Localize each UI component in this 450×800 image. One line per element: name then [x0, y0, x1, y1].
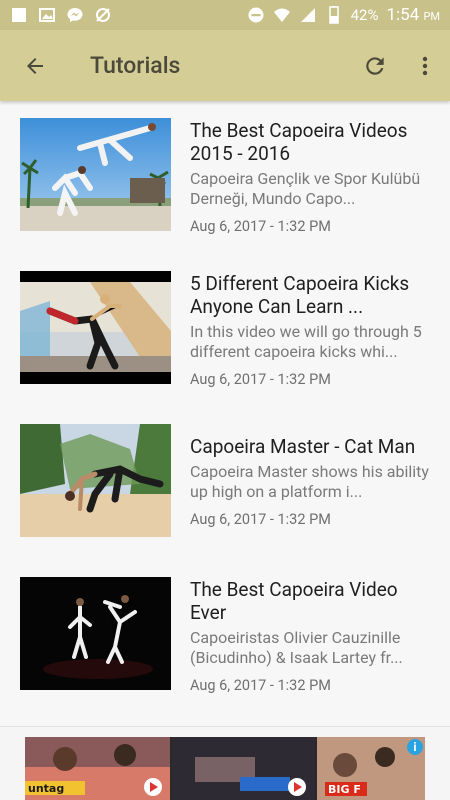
signal-icon	[300, 8, 315, 22]
capoeira-catman-thumbnail	[20, 424, 171, 537]
video-thumbnail[interactable]	[20, 118, 171, 231]
video-thumbnail[interactable]	[20, 577, 171, 690]
image-icon	[39, 8, 55, 22]
refresh-icon	[366, 56, 384, 75]
wifi-icon	[273, 8, 290, 22]
status-bar: 42% 1:54 PM	[0, 0, 450, 30]
no-location-icon	[96, 8, 110, 22]
video-title: The Best Capoeira Videos 2015 - 2016	[190, 119, 408, 165]
video-list-item[interactable]: 5 Different Capoeira Kicks Anyone Can Le…	[0, 254, 450, 394]
back-button[interactable]	[0, 30, 70, 101]
clock-ampm: PM	[423, 10, 440, 23]
battery-icon	[328, 6, 339, 24]
refresh-button[interactable]	[350, 30, 400, 101]
page-title: Tutorials	[90, 52, 181, 79]
ad-tile-label: BIG F	[328, 783, 361, 796]
capoeira-kick-studio-thumbnail	[20, 271, 171, 384]
app-bar: Tutorials	[0, 30, 450, 101]
ad-tile-label: untag	[28, 782, 64, 795]
video-list-item[interactable]: Capoeira Master - Cat Man Capoeira Maste…	[0, 407, 450, 547]
ad-creative: untag BIG F	[25, 737, 425, 800]
video-date: Aug 6, 2017 - 1:32 PM	[190, 218, 331, 235]
battery-percent: 42%	[350, 6, 379, 24]
ad-divider	[0, 726, 450, 727]
video-title: The Best Capoeira Video Ever	[190, 578, 398, 624]
ad-banner[interactable]: untag BIG F i	[25, 737, 425, 800]
video-description: In this video we will go through 5 diffe…	[190, 322, 422, 361]
do-not-disturb-icon	[248, 7, 264, 23]
video-list-item[interactable]: The Best Capoeira Video Ever Capoeirista…	[0, 560, 450, 700]
more-vert-icon	[422, 56, 428, 75]
video-description: Capoeiristas Olivier Cauzinille (Bicudin…	[190, 628, 403, 667]
video-title: Capoeira Master - Cat Man	[190, 435, 416, 458]
video-thumbnail[interactable]	[20, 424, 171, 537]
video-date: Aug 6, 2017 - 1:32 PM	[190, 511, 331, 528]
clock: 1:54 PM	[386, 5, 440, 25]
messenger-icon	[67, 8, 83, 22]
capoeira-jump-thumbnail	[20, 118, 171, 231]
arrow-back-icon	[27, 57, 43, 74]
ad-info-icon[interactable]: i	[407, 739, 423, 755]
video-date: Aug 6, 2017 - 1:32 PM	[190, 677, 331, 694]
video-thumbnail[interactable]	[20, 271, 171, 384]
capoeira-duo-dark-thumbnail	[20, 577, 171, 690]
clock-time: 1:54	[386, 5, 420, 25]
more-options-button[interactable]	[400, 30, 450, 101]
video-date: Aug 6, 2017 - 1:32 PM	[190, 371, 331, 388]
video-list-item[interactable]: The Best Capoeira Videos 2015 - 2016 Cap…	[0, 101, 450, 241]
video-description: Capoeira Master shows his ability up hig…	[190, 462, 429, 501]
video-description: Capoeira Gençlik ve Spor Kulübü Derneği,…	[190, 169, 421, 208]
video-list: The Best Capoeira Videos 2015 - 2016 Cap…	[0, 101, 450, 726]
video-title: 5 Different Capoeira Kicks Anyone Can Le…	[190, 272, 410, 318]
notification-square-icon	[12, 8, 26, 22]
